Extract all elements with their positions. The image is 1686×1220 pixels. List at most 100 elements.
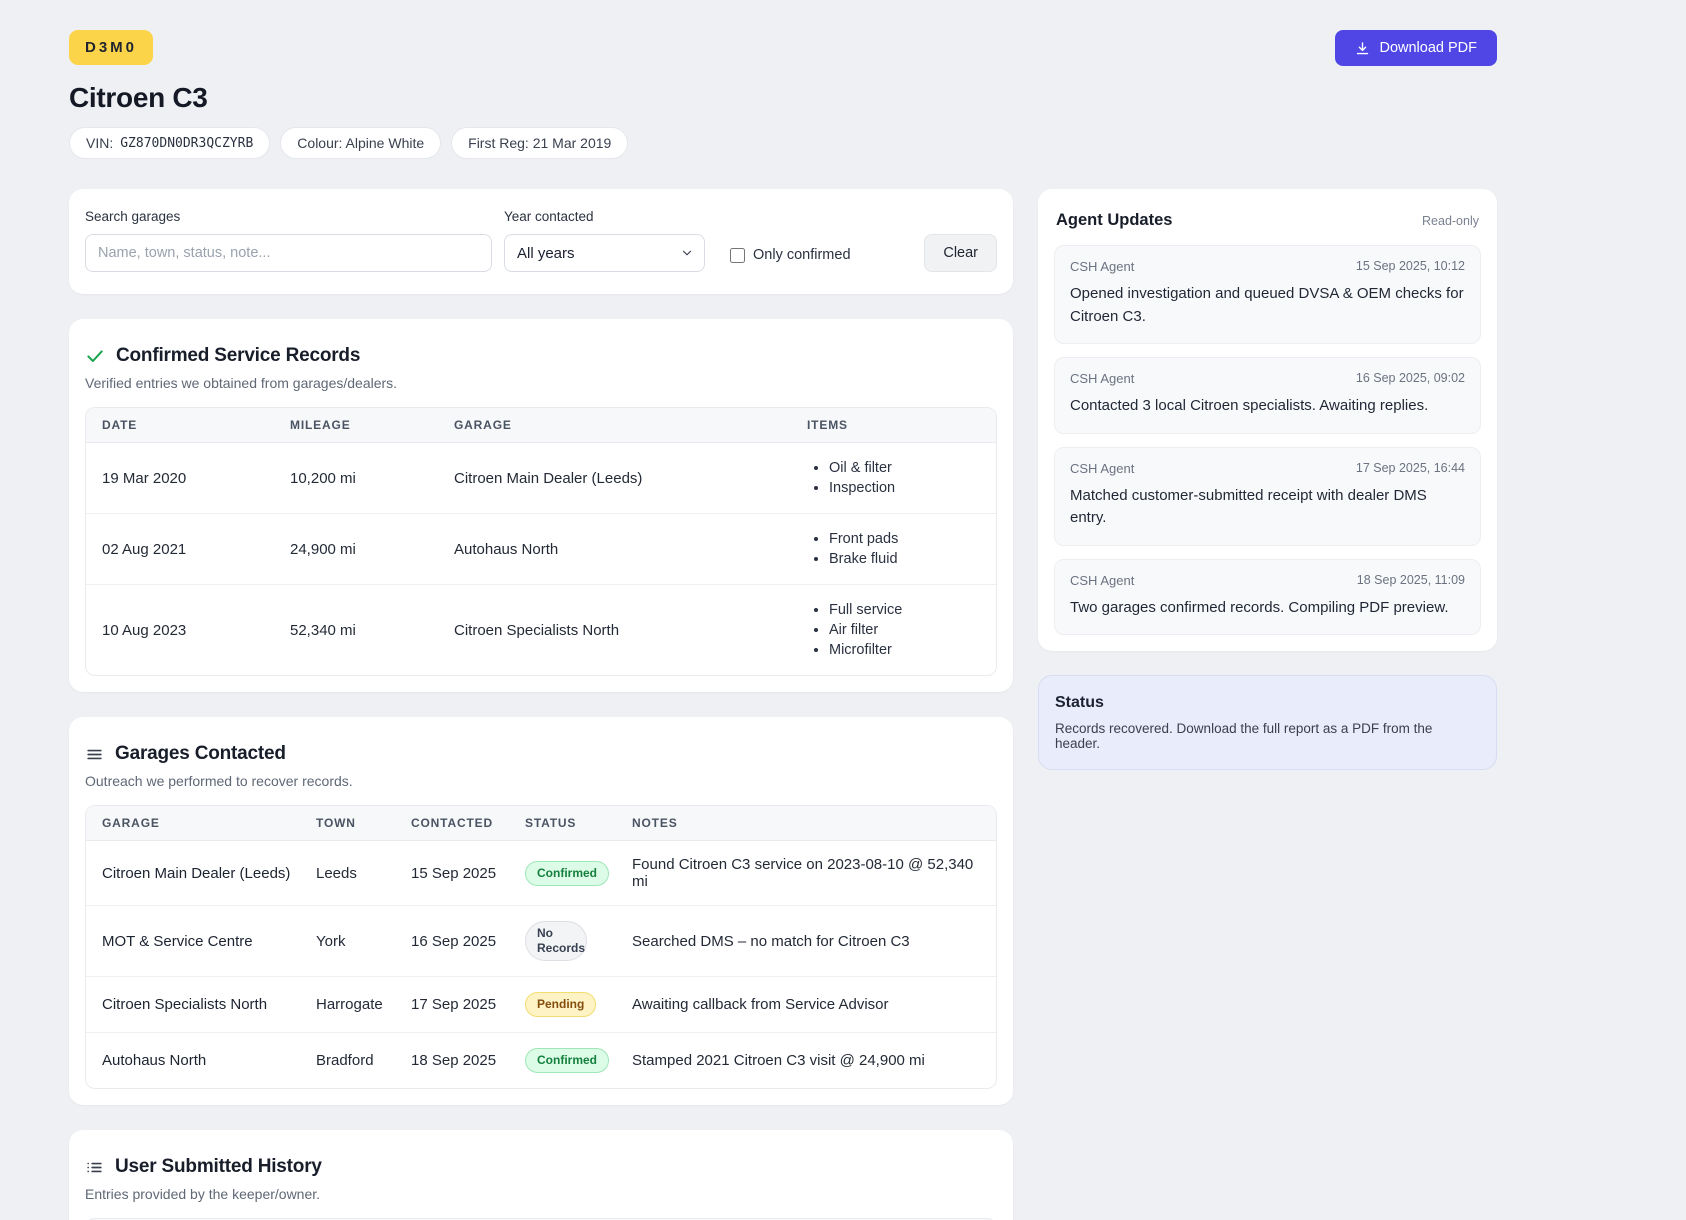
update-text: Opened investigation and queued DVSA & O… [1070, 283, 1465, 328]
garage-contacted: 15 Sep 2025 [411, 841, 525, 906]
status-text: Records recovered. Download the full rep… [1055, 721, 1480, 751]
clear-button[interactable]: Clear [924, 234, 997, 272]
col-header-status: Status [525, 806, 632, 841]
search-input[interactable] [85, 234, 492, 272]
table-row: 19 Mar 2020 10,200 mi Citroen Main Deale… [86, 443, 996, 514]
garage-town: York [316, 906, 411, 977]
record-garage: Autohaus North [454, 514, 807, 585]
garage-name: MOT & Service Centre [86, 906, 316, 977]
agent-update-item: CSH Agent 15 Sep 2025, 10:12 Opened inve… [1054, 245, 1481, 344]
agent-name: CSH Agent [1070, 371, 1134, 386]
only-confirmed-checkbox[interactable] [730, 248, 745, 263]
status-badge: Confirmed [525, 861, 609, 886]
record-date: 10 Aug 2023 [86, 585, 290, 675]
col-header-mileage: Mileage [290, 408, 454, 443]
vin-value: GZ870DN0DR3QCZYRB [120, 136, 253, 151]
garage-contacted: 18 Sep 2025 [411, 1033, 525, 1088]
record-items: Front pads Brake fluid [807, 529, 980, 569]
garages-contacted-card: Garages Contacted Outreach we performed … [69, 717, 1013, 1105]
col-header-items: Items [807, 408, 996, 443]
col-header-garage: Garage [454, 408, 807, 443]
record-items: Oil & filter Inspection [807, 458, 980, 498]
year-select[interactable]: All years [504, 234, 705, 272]
update-timestamp: 18 Sep 2025, 11:09 [1357, 573, 1465, 588]
col-header-date: Date [86, 408, 290, 443]
col-header-garage: Garage [86, 806, 316, 841]
first-reg-chip: First Reg: 21 Mar 2019 [451, 127, 628, 159]
agent-update-item: CSH Agent 17 Sep 2025, 16:44 Matched cus… [1054, 447, 1481, 546]
search-field-group: Search garages [85, 209, 492, 272]
garage-notes: Found Citroen C3 service on 2023-08-10 @… [632, 841, 996, 906]
agent-name: CSH Agent [1070, 573, 1134, 588]
year-label: Year contacted [504, 209, 705, 224]
record-mileage: 52,340 mi [290, 585, 454, 675]
record-mileage: 24,900 mi [290, 514, 454, 585]
only-confirmed-label: Only confirmed [753, 247, 851, 263]
update-timestamp: 16 Sep 2025, 09:02 [1356, 371, 1465, 386]
col-header-notes: Notes [632, 806, 996, 841]
record-garage: Citroen Main Dealer (Leeds) [454, 443, 807, 514]
table-row: Citroen Specialists North Harrogate 17 S… [86, 977, 996, 1033]
page-header: D3M0 Download PDF [69, 30, 1497, 66]
vin-chip: VIN: GZ870DN0DR3QCZYRB [69, 127, 270, 159]
col-header-town: Town [316, 806, 411, 841]
garage-notes: Stamped 2021 Citroen C3 visit @ 24,900 m… [632, 1033, 996, 1088]
user-history-subtitle: Entries provided by the keeper/owner. [85, 1186, 997, 1202]
year-field-group: Year contacted All years [504, 209, 705, 272]
filter-card: Search garages Year contacted All years [69, 189, 1013, 294]
agent-name: CSH Agent [1070, 259, 1134, 274]
garage-contacted: 17 Sep 2025 [411, 977, 525, 1033]
update-timestamp: 15 Sep 2025, 10:12 [1356, 259, 1465, 274]
update-text: Matched customer-submitted receipt with … [1070, 485, 1465, 530]
agent-update-item: CSH Agent 16 Sep 2025, 09:02 Contacted 3… [1054, 357, 1481, 434]
confirmed-records-table: Date Mileage Garage Items 19 Mar 2020 10… [85, 407, 997, 676]
garage-notes: Searched DMS – no match for Citroen C3 [632, 906, 996, 977]
confirmed-records-card: Confirmed Service Records Verified entri… [69, 319, 1013, 692]
search-label: Search garages [85, 209, 492, 224]
demo-badge: D3M0 [69, 30, 153, 65]
table-row: Citroen Main Dealer (Leeds) Leeds 15 Sep… [86, 841, 996, 906]
garage-name: Autohaus North [86, 1033, 316, 1088]
agent-updates-card: Agent Updates Read-only CSH Agent 15 Sep… [1038, 189, 1497, 651]
download-pdf-button[interactable]: Download PDF [1335, 30, 1497, 66]
update-text: Two garages confirmed records. Compiling… [1070, 597, 1465, 620]
status-panel: Status Records recovered. Download the f… [1038, 675, 1497, 770]
user-history-card: User Submitted History Entries provided … [69, 1130, 1013, 1220]
menu-lines-icon [85, 745, 104, 764]
status-badge: Confirmed [525, 1048, 609, 1073]
garages-contacted-table: Garage Town Contacted Status Notes Citro… [85, 805, 997, 1089]
table-row: 10 Aug 2023 52,340 mi Citroen Specialist… [86, 585, 996, 675]
record-items: Full service Air filter Microfilter [807, 600, 980, 660]
garage-contacted: 16 Sep 2025 [411, 906, 525, 977]
page-title: Citroen C3 [69, 82, 1497, 114]
record-date: 19 Mar 2020 [86, 443, 290, 514]
garage-name: Citroen Specialists North [86, 977, 316, 1033]
table-row: 02 Aug 2021 24,900 mi Autohaus North Fro… [86, 514, 996, 585]
vehicle-chips: VIN: GZ870DN0DR3QCZYRB Colour: Alpine Wh… [69, 127, 1497, 159]
list-icon [85, 1158, 104, 1177]
status-badge: Pending [525, 992, 596, 1017]
table-row: Autohaus North Bradford 18 Sep 2025 Conf… [86, 1033, 996, 1088]
check-icon [85, 346, 105, 366]
agent-update-item: CSH Agent 18 Sep 2025, 11:09 Two garages… [1054, 559, 1481, 636]
vin-label: VIN: [86, 135, 113, 151]
update-timestamp: 17 Sep 2025, 16:44 [1356, 461, 1465, 476]
agent-updates-title: Agent Updates [1056, 211, 1172, 230]
agent-name: CSH Agent [1070, 461, 1134, 476]
record-date: 02 Aug 2021 [86, 514, 290, 585]
record-garage: Citroen Specialists North [454, 585, 807, 675]
garage-notes: Awaiting callback from Service Advisor [632, 977, 996, 1033]
confirmed-records-subtitle: Verified entries we obtained from garage… [85, 375, 997, 391]
garage-name: Citroen Main Dealer (Leeds) [86, 841, 316, 906]
garage-town: Bradford [316, 1033, 411, 1088]
status-title: Status [1055, 694, 1480, 712]
status-badge: No Records [525, 921, 587, 961]
user-history-title: User Submitted History [115, 1156, 322, 1178]
page: D3M0 Download PDF Citroen C3 VIN: GZ870D… [0, 0, 1497, 1220]
only-confirmed-checkbox-group[interactable]: Only confirmed [730, 247, 851, 263]
col-header-contacted: Contacted [411, 806, 525, 841]
garage-town: Harrogate [316, 977, 411, 1033]
garages-contacted-title: Garages Contacted [115, 743, 286, 765]
readonly-label: Read-only [1422, 214, 1479, 228]
update-text: Contacted 3 local Citroen specialists. A… [1070, 395, 1465, 418]
